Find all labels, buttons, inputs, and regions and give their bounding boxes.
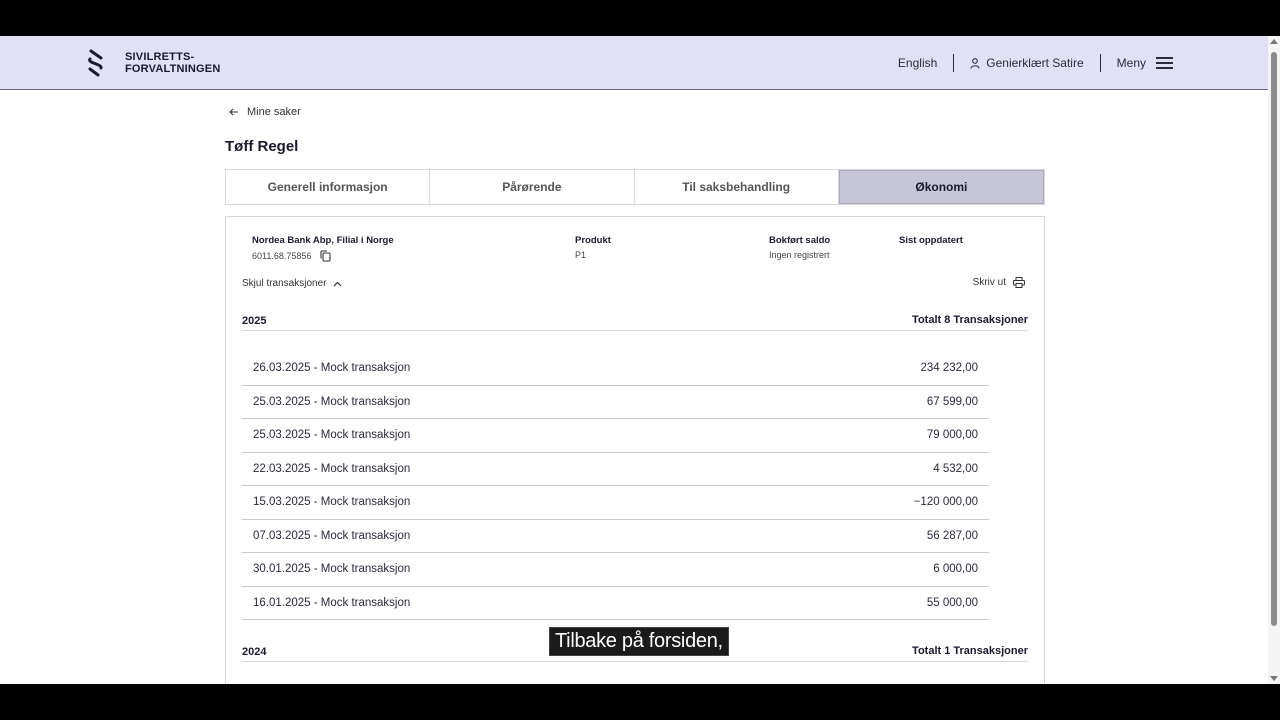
logo-text: SIVILRETTS- FORVALTNINGEN [125, 51, 221, 75]
account-number-row: 6011.68.75856 [252, 250, 394, 262]
menu-label: Meny [1116, 56, 1146, 70]
case-tabs: Generell informasjon Pårørende Til saksb… [225, 169, 1045, 205]
page-title: Tøff Regel [225, 138, 299, 155]
tab-general-info[interactable]: Generell informasjon [226, 170, 431, 204]
balance-label: Bokført saldo [769, 235, 831, 246]
transaction-row[interactable]: 22.03.2025 - Mock transaksjon 4 532,00 [242, 453, 989, 486]
transaction-description: 15.03.2025 - Mock transaksjon [253, 496, 411, 509]
copy-icon[interactable] [320, 250, 331, 262]
transaction-description: 26.03.2025 - Mock transaksjon [253, 362, 411, 375]
hide-transactions-toggle[interactable]: Skjul transaksjoner [242, 278, 342, 289]
product-value: P1 [575, 250, 587, 260]
transaction-row[interactable]: 26.03.2025 - Mock transaksjon 234 232,00 [242, 352, 989, 386]
bank-name: Nordea Bank Abp, Filial i Norge [252, 235, 394, 246]
transaction-description: 16.01.2025 - Mock transaksjon [253, 596, 411, 609]
balance-value: Ingen registrert [769, 250, 830, 260]
chevron-up-icon [334, 281, 342, 286]
back-link-label: Mine saker [247, 106, 301, 118]
transaction-row[interactable]: 25.03.2025 - Mock transaksjon 79 000,00 [242, 419, 989, 453]
transaction-amount: 6 000,00 [933, 563, 978, 576]
user-name: Genierklært Satire [986, 56, 1084, 70]
tab-relatives[interactable]: Pårørende [430, 170, 635, 204]
transaction-amount: 79 000,00 [926, 429, 978, 442]
transaction-amount: 4 532,00 [933, 462, 978, 475]
transaction-row[interactable]: 25.03.2025 - Mock transaksjon 67 599,00 [242, 386, 989, 419]
video-subtitle: Tilbake på forsiden, [549, 627, 729, 656]
transaction-description: 25.03.2025 - Mock transaksjon [253, 395, 411, 408]
transaction-list-2025: 26.03.2025 - Mock transaksjon 234 232,00 … [242, 352, 989, 620]
tab-case-processing[interactable]: Til saksbehandling [635, 170, 839, 204]
year-total: Totalt 1 Transaksjoner [912, 645, 1028, 657]
back-link[interactable]: Mine saker [229, 106, 301, 118]
account-panel: Nordea Bank Abp, Filial i Norge 6011.68.… [225, 216, 1045, 684]
toggle-label: Skjul transaksjoner [242, 278, 327, 289]
print-button[interactable]: Skriv ut [973, 277, 1025, 288]
balance-info: Bokført saldo Ingen registrert [769, 235, 830, 260]
tab-economy[interactable]: Økonomi [838, 170, 1044, 204]
product-label: Produkt [575, 235, 611, 246]
transaction-amount: 234 232,00 [920, 362, 978, 375]
browser-viewport: SIVILRETTS- FORVALTNINGEN English Genier… [0, 36, 1280, 684]
year-header-2025: 2025 Totalt 8 Transaksjoner [242, 314, 1028, 331]
account-number: 6011.68.75856 [252, 251, 312, 261]
transaction-description: 07.03.2025 - Mock transaksjon [253, 529, 411, 542]
site-logo[interactable]: SIVILRETTS- FORVALTNINGEN [86, 49, 226, 77]
top-navigation-bar: SIVILRETTS- FORVALTNINGEN English Genier… [0, 36, 1268, 90]
transaction-description: 25.03.2025 - Mock transaksjon [253, 429, 411, 442]
account-info: Nordea Bank Abp, Filial i Norge 6011.68.… [252, 235, 394, 262]
logo-line-1: SIVILRETTS- [125, 51, 195, 63]
year-label: 2024 [242, 646, 267, 658]
logo-icon [88, 49, 103, 77]
transaction-amount: 56 287,00 [926, 529, 978, 542]
scrollbar-thumb[interactable] [1271, 52, 1277, 626]
print-label: Skriv ut [972, 277, 1006, 288]
transaction-row[interactable]: 15.03.2025 - Mock transaksjon −120 000,00 [242, 486, 989, 520]
year-total: Totalt 8 Transaksjoner [912, 314, 1028, 326]
language-label: English [897, 56, 938, 70]
scroll-down-arrow-icon[interactable] [1270, 676, 1278, 681]
transaction-amount: −120 000,00 [913, 496, 978, 509]
transaction-description: 30.01.2025 - Mock transaksjon [253, 563, 411, 576]
transaction-row[interactable]: 16.01.2025 - Mock transaksjon 55 000,00 [242, 587, 989, 620]
logo-line-2: FORVALTNINGEN [125, 63, 221, 75]
page-scrollbar[interactable] [1268, 36, 1280, 684]
transaction-description: 22.03.2025 - Mock transaksjon [253, 462, 411, 475]
updated-info: Sist oppdatert [899, 235, 963, 250]
year-label: 2025 [242, 315, 267, 327]
transaction-amount: 67 599,00 [926, 395, 978, 408]
transaction-row[interactable]: 07.03.2025 - Mock transaksjon 56 287,00 [242, 520, 989, 553]
printer-icon [1013, 277, 1025, 288]
arrow-left-icon [229, 108, 238, 116]
updated-label: Sist oppdatert [899, 235, 963, 246]
scroll-up-arrow-icon[interactable] [1270, 39, 1278, 44]
hamburger-icon [1156, 57, 1173, 69]
transaction-amount: 55 000,00 [926, 596, 978, 609]
user-icon [970, 57, 980, 69]
language-switch[interactable]: English [882, 54, 953, 72]
product-info: Produkt P1 [575, 235, 611, 260]
user-menu[interactable]: Genierklært Satire [954, 54, 1099, 72]
header-actions: English Genierklært Satire Meny [882, 36, 1173, 90]
main-menu-button[interactable]: Meny [1101, 54, 1173, 72]
transaction-row[interactable]: 30.01.2025 - Mock transaksjon 6 000,00 [242, 553, 989, 587]
